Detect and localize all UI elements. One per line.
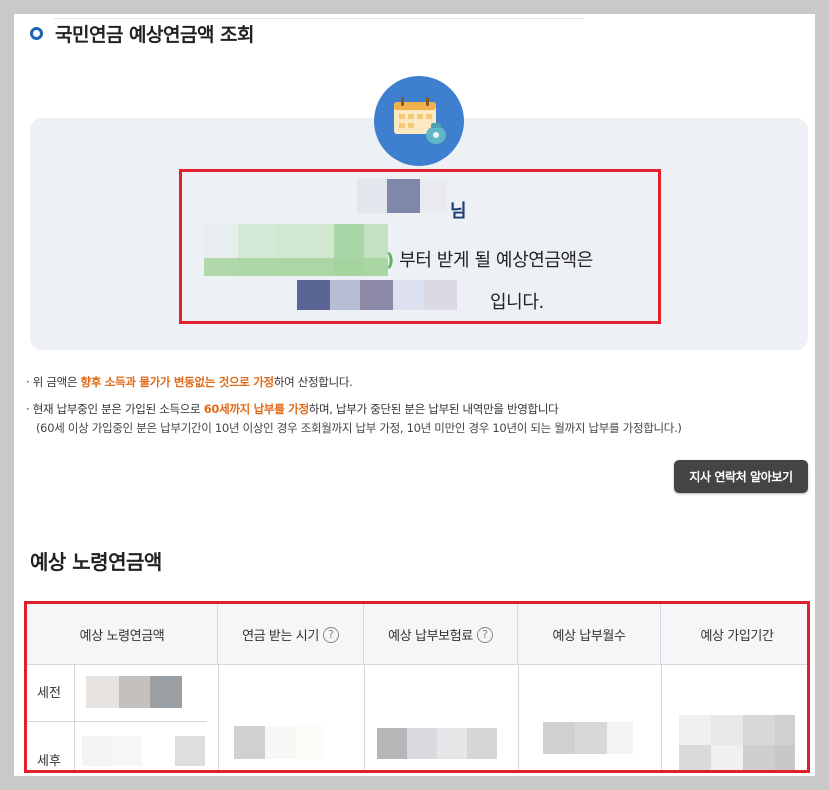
redacted-cell [679, 745, 711, 770]
redacted-cell [265, 726, 295, 759]
notes-list: · 위 금액은 향후 소득과 물가가 변동없는 것으로 가정하여 산정합니다. … [26, 374, 806, 447]
page-container: 국민연금 예상연금액 조회 님 ) 부터 받게 될 예상연금액은 입니다. · … [14, 14, 815, 776]
redacted-cell [175, 736, 205, 766]
column-header-label: 예상 납부보험료 [388, 629, 473, 644]
note-highlight: 60세까지 납부를 가정 [203, 402, 309, 416]
note-text: 하여 산정합니다. [273, 375, 353, 389]
redacted-cell [775, 745, 795, 770]
table-divider [364, 665, 365, 770]
note-subtext: (60세 이상 가입중인 분은 납부기간이 10년 이상인 경우 조회월까지 납… [36, 421, 682, 435]
redacted-cell [407, 728, 437, 759]
redacted-cell [467, 728, 497, 759]
redacted-cell [437, 728, 467, 759]
redacted-amount [424, 280, 457, 310]
redacted-cell [711, 745, 743, 770]
redacted-cell [295, 726, 325, 759]
table-divider [518, 665, 519, 770]
row-label-pretax: 세전 [37, 686, 61, 701]
note-text: · 위 금액은 [26, 375, 81, 389]
pension-start-label: 부터 받게 될 예상연금액은 [399, 250, 593, 271]
column-header-label: 예상 가입기간 [700, 629, 774, 644]
redacted-cell [82, 736, 112, 766]
circle-marker-icon [30, 27, 43, 40]
note-text: 하며, 납부가 중단된 분은 납부된 내역만을 반영합니다 [308, 402, 559, 416]
redacted-cell [743, 715, 775, 745]
column-header-label: 예상 납부월수 [552, 629, 626, 644]
redacted-cell [377, 728, 407, 759]
redacted-name [357, 179, 387, 213]
redacted-amount [330, 280, 360, 310]
redacted-cell [711, 715, 743, 745]
column-header-label: 예상 노령연금액 [79, 629, 165, 644]
page-header: 국민연금 예상연금액 조회 [30, 20, 255, 47]
redacted-cell [86, 676, 119, 708]
redacted-amount [360, 280, 393, 310]
redacted-amount [297, 280, 330, 310]
redacted-cell [607, 722, 633, 754]
note-payment: · 현재 납부중인 분은 가입된 소득으로 60세까지 납부를 가정하며, 납부… [26, 401, 806, 436]
column-header-label: 연금 받는 시기 [242, 629, 319, 644]
table-divider [218, 665, 219, 770]
redacted-cell [743, 745, 775, 770]
page-title: 국민연금 예상연금액 조회 [55, 24, 255, 46]
redacted-name [420, 179, 447, 213]
question-circle-icon[interactable]: ? [476, 626, 493, 643]
question-circle-icon[interactable]: ? [322, 626, 339, 643]
redacted-cell [112, 736, 142, 766]
redacted-cell [775, 715, 795, 745]
section-title: 예상 노령연금액 [30, 550, 162, 574]
redacted-cell [543, 722, 575, 754]
branch-contact-button[interactable]: 지사 연락처 알아보기 [674, 460, 808, 493]
note-highlight: 향후 소득과 물가가 변동없는 것으로 가정 [80, 375, 275, 389]
pension-table: 예상 노령연금액 연금 받는 시기? 예상 납부보험료? 예상 납부월수 예상 … [24, 601, 810, 773]
redacted-cell [234, 726, 265, 759]
table-divider [661, 665, 662, 770]
column-header-premium: 예상 납부보험료? [364, 604, 518, 665]
table-divider [74, 665, 75, 770]
column-header-old-age-pension: 예상 노령연금액 [27, 604, 218, 665]
column-header-payment-months: 예상 납부월수 [518, 604, 661, 665]
note-text: · 현재 납부중인 분은 가입된 소득으로 [26, 402, 204, 416]
name-suffix: 님 [450, 201, 467, 222]
top-divider [54, 18, 584, 19]
column-header-start-period: 연금 받는 시기? [218, 604, 364, 665]
table-divider [27, 721, 207, 722]
paren-close: ) [386, 250, 394, 271]
redacted-cell [150, 676, 182, 708]
row-label-aftertax: 세후 [37, 754, 61, 769]
redacted-amount [393, 280, 424, 310]
redacted-date [204, 258, 388, 276]
redacted-name [387, 179, 420, 213]
redacted-cell [119, 676, 150, 708]
column-header-enrollment-period: 예상 가입기간 [661, 604, 807, 665]
amount-suffix: 입니다. [490, 292, 544, 313]
calendar-money-icon [374, 76, 464, 166]
note-assumption: · 위 금액은 향후 소득과 물가가 변동없는 것으로 가정하여 산정합니다. [26, 374, 806, 390]
table-header: 예상 노령연금액 연금 받는 시기? 예상 납부보험료? 예상 납부월수 예상 … [27, 604, 807, 665]
redacted-cell [575, 722, 607, 754]
redacted-cell [679, 715, 711, 745]
pension-start-text: ) 부터 받게 될 예상연금액은 [386, 246, 593, 272]
